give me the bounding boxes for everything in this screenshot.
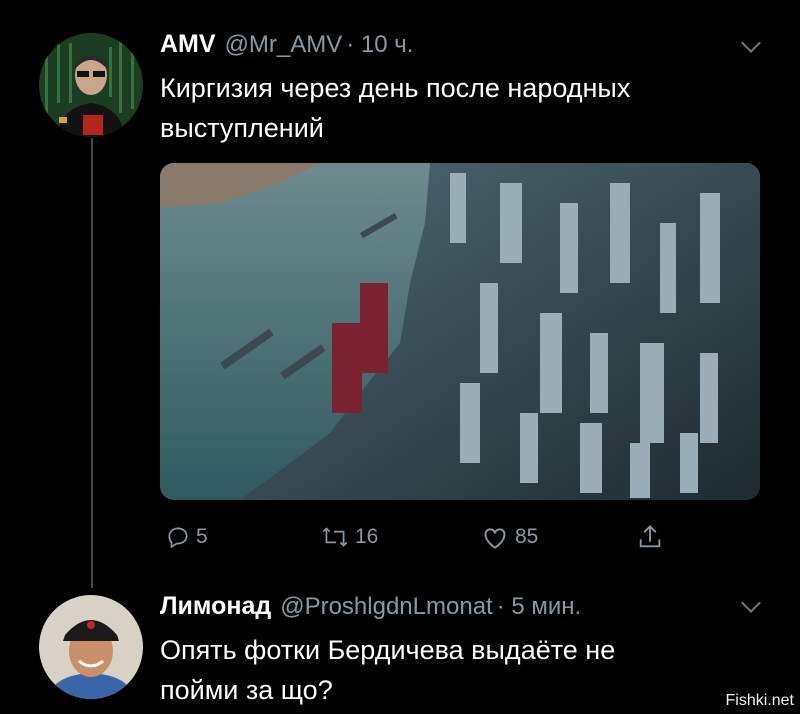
- tweet1-text-line1: Киргизия через день после народных: [160, 73, 631, 103]
- tweet2-text-line1: Опять фотки Бердичева выдаёте не: [160, 635, 616, 665]
- timestamp[interactable]: · 10 ч.: [346, 31, 413, 59]
- like-button[interactable]: 85: [480, 519, 538, 555]
- tweet2-text-line2: пойми за що?: [160, 675, 333, 705]
- reply-button[interactable]: 5: [165, 519, 208, 555]
- like-count: 85: [515, 525, 539, 548]
- tweet2-text: Опять фотки Бердичева выдаёте не пойми з…: [160, 630, 760, 710]
- timestamp[interactable]: · 5 мин.: [497, 593, 582, 621]
- tweet-image[interactable]: [160, 163, 760, 500]
- avatar-amv[interactable]: [39, 33, 143, 137]
- like-icon: [484, 528, 506, 549]
- share-button[interactable]: [636, 519, 669, 555]
- tweet1-text: Киргизия через день после народных высту…: [160, 68, 760, 148]
- retweet-count: 16: [355, 525, 379, 548]
- retweet-icon: [322, 527, 348, 547]
- author-handle[interactable]: @ProshlgdnLmonat: [280, 593, 492, 621]
- retweet-button[interactable]: 16: [320, 519, 378, 555]
- reply-count: 5: [196, 525, 208, 548]
- avatar-limonad[interactable]: [39, 595, 143, 699]
- chevron-down-icon[interactable]: [741, 593, 761, 613]
- author-handle[interactable]: @Mr_AMV: [225, 31, 343, 59]
- chevron-down-icon[interactable]: [741, 33, 761, 53]
- share-icon: [639, 525, 661, 548]
- thread-line: [91, 138, 93, 588]
- tweet1-header: AMV @Mr_AMV · 10 ч.: [160, 30, 413, 64]
- watermark: Fishki.net: [725, 692, 794, 709]
- author-name[interactable]: AMV: [160, 30, 216, 59]
- tweet2-header: Лимонад @ProshlgdnLmonat · 5 мин.: [160, 592, 581, 626]
- reply-icon: [168, 527, 188, 549]
- author-name[interactable]: Лимонад: [160, 592, 271, 621]
- tweet1-text-line2: выступлений: [160, 113, 324, 143]
